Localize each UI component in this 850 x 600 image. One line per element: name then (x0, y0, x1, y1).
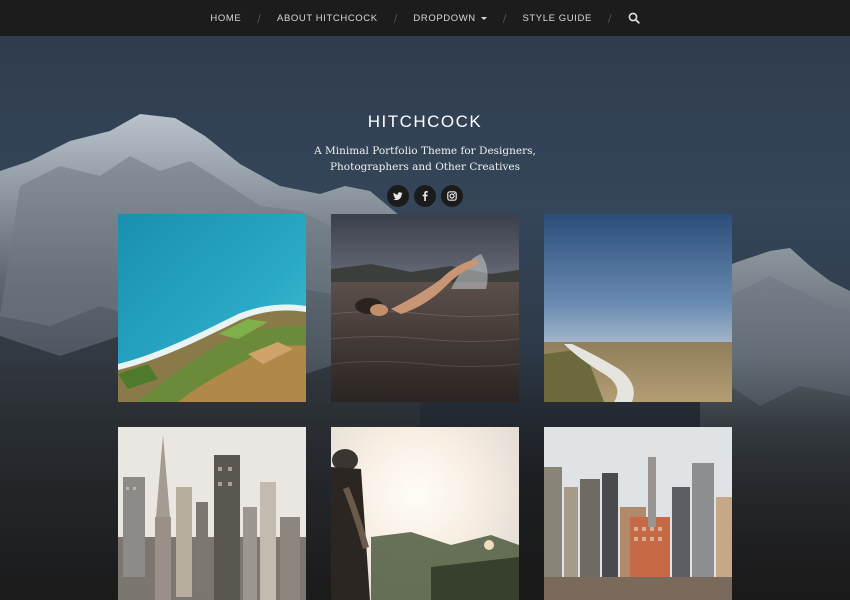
search-icon[interactable] (628, 12, 640, 24)
city-buildings-photo (544, 427, 732, 600)
instagram-icon (447, 191, 457, 201)
top-navigation: HOME / ABOUT HITCHCOCK / DROPDOWN / STYL… (0, 0, 850, 36)
tagline-line: Photographers and Other Creatives (329, 161, 520, 173)
nav-separator: / (257, 11, 262, 25)
nav-dropdown-label: DROPDOWN (413, 12, 476, 24)
portfolio-item-city-skyline[interactable] (118, 427, 306, 600)
nav-style-guide[interactable]: STYLE GUIDE (522, 13, 591, 24)
nav-separator: / (393, 11, 398, 25)
portfolio-item-swimmer[interactable] (331, 214, 519, 402)
portfolio-item-country-road[interactable] (544, 214, 732, 402)
portfolio-item-aerial-coastline[interactable] (118, 214, 306, 402)
caret-down-icon (480, 16, 487, 20)
swimmer-photo (331, 214, 519, 402)
portfolio-item-city-buildings[interactable] (544, 427, 732, 600)
facebook-icon (422, 191, 428, 201)
nav-dropdown[interactable]: DROPDOWN (413, 12, 487, 24)
nav-separator: / (607, 11, 612, 25)
facebook-button[interactable] (414, 185, 436, 207)
aerial-coastline-photo (118, 214, 306, 402)
tagline-line: A Minimal Portfolio Theme for Designers, (314, 145, 536, 157)
country-road-photo (544, 214, 732, 402)
instagram-button[interactable] (441, 185, 463, 207)
city-skyline-photo (118, 427, 306, 600)
twitter-icon (393, 191, 403, 200)
sunlit-person-photo (331, 427, 519, 600)
nav-about-hitchcock[interactable]: ABOUT HITCHCOCK (277, 13, 378, 24)
portfolio-item-sunlit-person[interactable] (331, 427, 519, 600)
site-title[interactable]: HITCHCOCK (0, 112, 850, 132)
nav-home[interactable]: HOME (210, 13, 241, 24)
site-tagline: A Minimal Portfolio Theme for Designers,… (275, 143, 575, 175)
twitter-button[interactable] (387, 185, 409, 207)
social-links (0, 185, 850, 207)
nav-separator: / (502, 11, 507, 25)
